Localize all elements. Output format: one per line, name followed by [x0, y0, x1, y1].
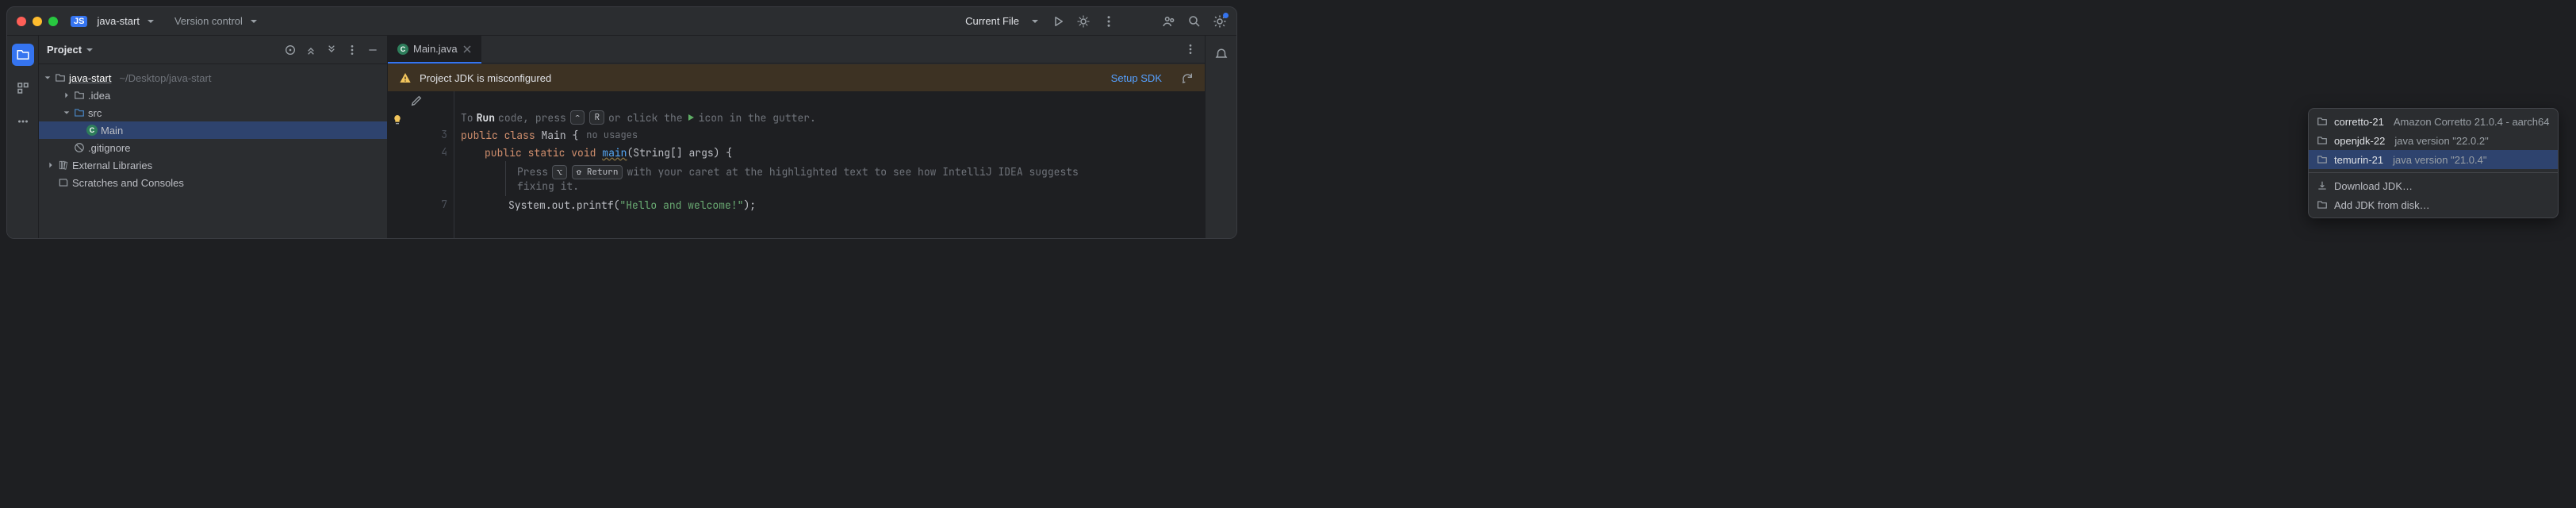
run-icon[interactable]	[1051, 14, 1065, 29]
code-with-me-icon[interactable]	[1162, 14, 1176, 29]
tree-folder-idea[interactable]: .idea	[39, 87, 387, 104]
folder-icon	[55, 72, 66, 83]
chevron-right-icon[interactable]	[63, 91, 71, 99]
maximize-window-icon[interactable]	[48, 17, 58, 26]
tree-scratches[interactable]: Scratches and Consoles	[39, 174, 387, 191]
gitignore-icon	[74, 142, 85, 153]
jdk-folder-icon	[2317, 135, 2328, 146]
select-opened-file-icon[interactable]	[284, 44, 297, 56]
close-tab-icon[interactable]	[462, 44, 472, 54]
tree-external-libraries[interactable]: External Libraries	[39, 156, 387, 174]
sdk-popup: corretto-21 Amazon Corretto 21.0.4 - aar…	[2308, 108, 2559, 218]
tree-item-label: External Libraries	[72, 160, 152, 171]
download-icon	[2317, 180, 2328, 191]
jdk-folder-icon	[2317, 116, 2328, 127]
more-tool-button[interactable]	[12, 110, 34, 133]
library-icon	[58, 160, 69, 171]
chevron-down-icon[interactable]	[85, 45, 94, 55]
code-line-3[interactable]: public class Main { no usages	[461, 126, 1205, 144]
structure-tool-button[interactable]	[12, 77, 34, 99]
tree-file-gitignore[interactable]: .gitignore	[39, 139, 387, 156]
inline-doc-hint: Press ⌥ ⇧ Return with your caret at the …	[505, 161, 1205, 196]
update-dot-icon	[1223, 13, 1229, 18]
window-controls[interactable]	[17, 17, 58, 26]
jdk-option-temurin[interactable]: temurin-21 java version "21.0.4"	[2309, 150, 2558, 169]
collapse-all-icon[interactable]	[325, 44, 338, 56]
line-number: 4	[431, 144, 447, 161]
run-gutter-icon	[686, 113, 696, 122]
chevron-down-icon[interactable]	[249, 17, 259, 26]
tree-file-main[interactable]: C Main	[39, 121, 387, 139]
tree-item-label: Scratches and Consoles	[72, 177, 184, 189]
kbd-r: R	[589, 110, 604, 125]
notifications-button[interactable]	[1210, 44, 1232, 66]
more-vertical-icon[interactable]	[1102, 14, 1116, 29]
project-badge: JS	[71, 16, 87, 27]
chevron-down-icon[interactable]	[146, 17, 155, 26]
tree-root-path: ~/Desktop/java-start	[119, 72, 211, 84]
run-config-label[interactable]: Current File	[965, 15, 1019, 27]
debug-icon[interactable]	[1076, 14, 1091, 29]
close-window-icon[interactable]	[17, 17, 26, 26]
chevron-down-icon[interactable]	[44, 74, 52, 82]
add-jdk-from-disk-option[interactable]: Add JDK from disk…	[2309, 195, 2558, 214]
usage-hint: no usages	[586, 129, 638, 141]
tree-root-label: java-start	[69, 72, 111, 84]
project-name[interactable]: java-start	[97, 15, 139, 27]
tree-item-label: src	[88, 107, 102, 119]
tree-root[interactable]: java-start ~/Desktop/java-start	[39, 69, 387, 87]
tree-item-label: .gitignore	[88, 142, 130, 154]
tree-folder-src[interactable]: src	[39, 104, 387, 121]
tree-item-label: Main	[101, 125, 123, 137]
class-icon: C	[397, 44, 408, 55]
warning-icon	[399, 71, 412, 84]
code-line-7[interactable]: System .out.printf( "Hello and welcome!"…	[461, 196, 1205, 214]
version-control-menu[interactable]: Version control	[174, 15, 243, 27]
tree-item-label: .idea	[88, 90, 110, 102]
tab-label: Main.java	[413, 43, 458, 55]
folder-icon	[74, 90, 85, 101]
jdk-banner: Project JDK is misconfigured Setup SDK	[388, 64, 1205, 91]
refresh-icon[interactable]	[1181, 71, 1194, 84]
edit-icon[interactable]	[410, 94, 423, 107]
folder-icon	[2317, 199, 2328, 210]
project-tool-button[interactable]	[12, 44, 34, 66]
popup-separator	[2309, 172, 2558, 173]
download-jdk-option[interactable]: Download JDK…	[2309, 176, 2558, 195]
source-folder-icon	[74, 107, 85, 118]
tab-more-icon[interactable]	[1176, 36, 1205, 64]
run-hint: To Run code, press ⌃ R or click the icon…	[461, 109, 1205, 126]
intention-bulb-icon[interactable]	[391, 114, 404, 126]
banner-message: Project JDK is misconfigured	[420, 72, 551, 84]
search-icon[interactable]	[1187, 14, 1202, 29]
jdk-option-openjdk[interactable]: openjdk-22 java version "22.0.2"	[2309, 131, 2558, 150]
code-line-4[interactable]: public static void main (String[] args) …	[461, 144, 1205, 161]
more-vertical-icon[interactable]	[346, 44, 358, 56]
project-panel-title[interactable]: Project	[47, 44, 82, 56]
line-number: 3	[431, 126, 447, 144]
kbd-ctrl: ⌃	[570, 110, 585, 125]
jdk-folder-icon	[2317, 154, 2328, 165]
editor-tab-main[interactable]: C Main.java	[388, 36, 481, 64]
jdk-option-corretto[interactable]: corretto-21 Amazon Corretto 21.0.4 - aar…	[2309, 112, 2558, 131]
minimize-window-icon[interactable]	[33, 17, 42, 26]
class-icon: C	[86, 125, 98, 136]
line-number: 7	[431, 196, 447, 214]
chevron-down-icon[interactable]	[63, 109, 71, 117]
setup-sdk-link[interactable]: Setup SDK	[1111, 72, 1162, 84]
chevron-down-icon[interactable]	[1030, 17, 1040, 26]
hide-panel-icon[interactable]	[366, 44, 379, 56]
chevron-right-icon[interactable]	[47, 161, 55, 169]
expand-all-icon[interactable]	[305, 44, 317, 56]
scratches-icon	[58, 177, 69, 188]
